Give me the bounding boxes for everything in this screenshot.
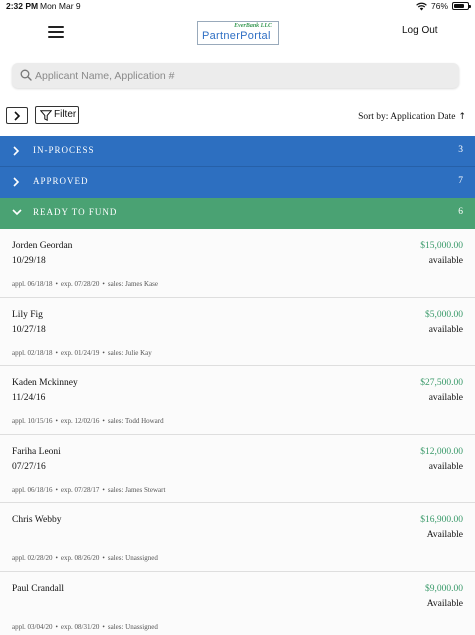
status-date: Mon Mar 9 xyxy=(40,1,81,11)
battery-fill xyxy=(454,4,464,8)
chevron-right-icon xyxy=(13,177,20,187)
sales-rep: sales: James Stewart xyxy=(107,485,166,494)
appl-date: appl. 06/18/16 xyxy=(12,485,53,494)
filter-button[interactable]: Filter xyxy=(35,106,79,124)
appl-date: appl. 03/04/20 xyxy=(12,622,53,631)
availability-label: available xyxy=(428,393,463,403)
section-count: 3 xyxy=(458,145,463,155)
chevron-right-icon xyxy=(13,146,20,156)
application-row[interactable]: Chris Webby $16,900.00 Available appl. 0… xyxy=(0,503,475,572)
available-amount: $27,500.00 xyxy=(420,378,463,388)
logo-brand: EverBank LLC xyxy=(234,23,272,29)
exp-date: exp. 08/31/20 xyxy=(60,622,100,631)
exp-date: exp. 12/02/16 xyxy=(60,417,100,425)
application-date: 11/24/16 xyxy=(12,393,46,403)
appl-date: appl. 02/28/20 xyxy=(12,554,53,562)
available-amount: $16,900.00 xyxy=(420,515,463,525)
logout-button[interactable]: Log Out xyxy=(402,25,438,36)
availability-label: available xyxy=(428,324,463,335)
filter-icon xyxy=(40,110,52,121)
application-row[interactable]: Kaden Mckinney 11/24/16 $27,500.00 avail… xyxy=(0,366,475,435)
exp-date: exp. 08/26/20 xyxy=(60,554,100,562)
sales-rep: sales: Unassigned xyxy=(107,622,158,631)
applicant-name: Lily Fig xyxy=(12,309,43,320)
sort-label: Sort by: Application Date xyxy=(358,112,456,122)
section-approved[interactable]: APPROVED 7 xyxy=(0,167,475,198)
applicant-name: Fariha Leoni xyxy=(12,446,61,457)
sales-rep: sales: Todd Howard xyxy=(107,417,164,425)
application-date: 10/29/18 xyxy=(12,256,46,266)
applicant-name: Kaden Mckinney xyxy=(12,378,78,388)
exp-date: exp. 01/24/19 xyxy=(60,348,100,357)
section-label: READY TO FUND xyxy=(33,207,118,217)
application-date: 10/27/18 xyxy=(12,324,46,335)
search-bar[interactable] xyxy=(12,63,459,88)
available-amount: $9,000.00 xyxy=(425,583,463,594)
sort-direction-icon: ↑ xyxy=(458,112,466,122)
wifi-icon xyxy=(416,2,427,10)
battery-icon xyxy=(452,2,471,10)
application-meta: appl. 06/18/18 • exp. 07/28/20 • sales: Jame… xyxy=(12,280,159,288)
application-list: Jorden Geordan 10/29/18 $15,000.00 avail… xyxy=(0,229,475,635)
search-input[interactable] xyxy=(35,67,445,84)
application-row[interactable]: Paul Crandall $9,000.00 Available appl. … xyxy=(0,571,475,635)
sort-control[interactable]: Sort by: Application Date ↑ xyxy=(358,112,466,122)
appl-date: appl. 10/15/16 xyxy=(12,417,53,425)
availability-label: Available xyxy=(426,598,463,609)
battery-percent: 76% xyxy=(430,1,448,11)
exp-date: exp. 07/28/17 xyxy=(60,485,100,494)
availability-label: available xyxy=(428,461,463,472)
filter-label: Filter xyxy=(54,109,77,120)
available-amount: $5,000.00 xyxy=(425,309,463,320)
availability-label: available xyxy=(428,256,463,266)
section-count: 7 xyxy=(458,176,463,186)
available-amount: $12,000.00 xyxy=(420,446,463,457)
search-icon xyxy=(20,69,32,81)
partner-portal-logo: EverBank LLC PartnerPortal xyxy=(197,21,279,45)
application-meta: appl. 02/18/18 • exp. 01/24/19 • sales: Juli… xyxy=(12,348,152,357)
sales-rep: sales: Unassigned xyxy=(107,554,158,562)
status-time: 2:32 PM xyxy=(6,1,39,11)
sales-rep: sales: Julie Kay xyxy=(107,348,152,357)
section-in-process[interactable]: IN-PROCESS 3 xyxy=(0,136,475,167)
application-meta: appl. 06/18/16 • exp. 07/28/17 • sales: Jame… xyxy=(12,485,166,494)
status-bar: 2:32 PM Mon Mar 9 76% xyxy=(0,0,475,13)
availability-label: Available xyxy=(426,530,463,540)
expand-button[interactable] xyxy=(6,107,28,124)
available-amount: $15,000.00 xyxy=(420,241,463,251)
section-ready-to-fund[interactable]: READY TO FUND 6 xyxy=(0,198,475,229)
chevron-right-icon xyxy=(14,111,21,121)
application-row[interactable]: Fariha Leoni 07/27/16 $12,000.00 availab… xyxy=(0,434,475,503)
section-count: 6 xyxy=(458,207,463,217)
app-header: EverBank LLC PartnerPortal Log Out xyxy=(0,13,475,55)
applicant-name: Chris Webby xyxy=(12,515,62,525)
status-indicators: 76% xyxy=(416,1,471,11)
section-label: APPROVED xyxy=(33,176,89,186)
applicant-name: Paul Crandall xyxy=(12,583,64,594)
application-meta: appl. 03/04/20 • exp. 08/31/20 • sales: Unas… xyxy=(12,622,158,631)
application-row[interactable]: Lily Fig 10/27/18 $5,000.00 available ap… xyxy=(0,297,475,366)
application-meta: appl. 02/28/20 • exp. 08/26/20 • sales: Unas… xyxy=(12,554,158,562)
application-row[interactable]: Jorden Geordan 10/29/18 $15,000.00 avail… xyxy=(0,229,475,298)
application-meta: appl. 10/15/16 • exp. 12/02/16 • sales: Todd… xyxy=(12,417,164,425)
appl-date: appl. 02/18/18 xyxy=(12,348,53,357)
application-date: 07/27/16 xyxy=(12,461,46,472)
applicant-name: Jorden Geordan xyxy=(12,241,73,251)
section-label: IN-PROCESS xyxy=(33,145,95,155)
logo-title: PartnerPortal xyxy=(202,30,271,42)
menu-icon[interactable] xyxy=(48,26,64,40)
exp-date: exp. 07/28/20 xyxy=(60,280,100,288)
appl-date: appl. 06/18/18 xyxy=(12,280,53,288)
sales-rep: sales: James Kase xyxy=(107,280,159,288)
chevron-down-icon xyxy=(12,209,22,216)
